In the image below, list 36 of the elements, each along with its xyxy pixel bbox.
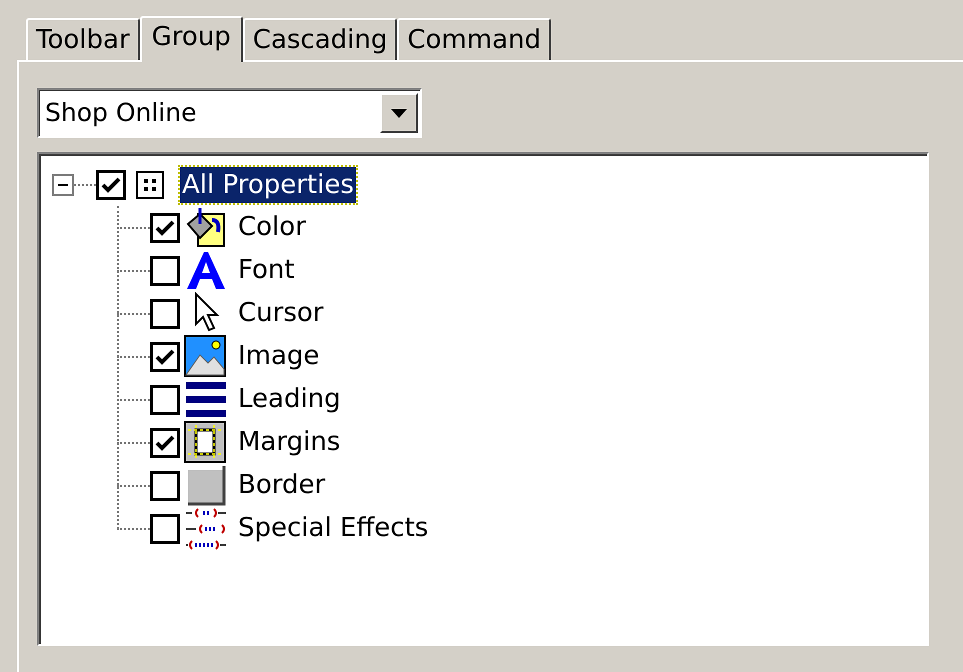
margins-icon: [184, 420, 228, 464]
caret-icon: [391, 108, 407, 118]
tab[interactable]: Command: [397, 18, 552, 60]
checkmark-icon: [155, 218, 175, 236]
checkbox[interactable]: [150, 514, 180, 544]
checkmark-icon: [101, 176, 121, 194]
checkbox[interactable]: [150, 384, 180, 414]
checkmark-icon: [155, 348, 175, 366]
tree-item[interactable]: Margins: [238, 423, 340, 462]
tree-item[interactable]: Special Effects: [238, 509, 428, 548]
mountain-picture-icon: [184, 334, 228, 378]
checkbox[interactable]: [150, 256, 180, 286]
checkbox[interactable]: [96, 170, 126, 200]
tab[interactable]: Cascading: [242, 18, 398, 60]
dropdown-button[interactable]: [380, 93, 418, 133]
paint-bucket-icon: [184, 206, 228, 250]
tree-item[interactable]: Leading: [238, 380, 341, 419]
checkbox[interactable]: [150, 428, 180, 458]
checkbox[interactable]: [150, 342, 180, 372]
tree-item[interactable]: Image: [238, 337, 320, 376]
checkbox[interactable]: [150, 212, 180, 242]
tree-item[interactable]: Color: [238, 208, 306, 247]
group-dropdown[interactable]: Shop Online: [37, 88, 422, 138]
checkbox[interactable]: [150, 298, 180, 328]
effects-icon: [184, 506, 228, 550]
checkmark-icon: [155, 434, 175, 452]
dots-icon: [136, 171, 164, 199]
tree-item[interactable]: Cursor: [238, 294, 324, 333]
tree-item[interactable]: Border: [238, 466, 326, 505]
collapse-toggle[interactable]: [52, 174, 74, 196]
dropdown-value: Shop Online: [45, 97, 196, 130]
checkbox[interactable]: [150, 470, 180, 500]
tree-item[interactable]: All Properties: [180, 167, 356, 203]
tab[interactable]: Group: [140, 16, 243, 62]
tree-item[interactable]: Font: [238, 251, 295, 290]
tab[interactable]: Toolbar: [26, 18, 140, 60]
